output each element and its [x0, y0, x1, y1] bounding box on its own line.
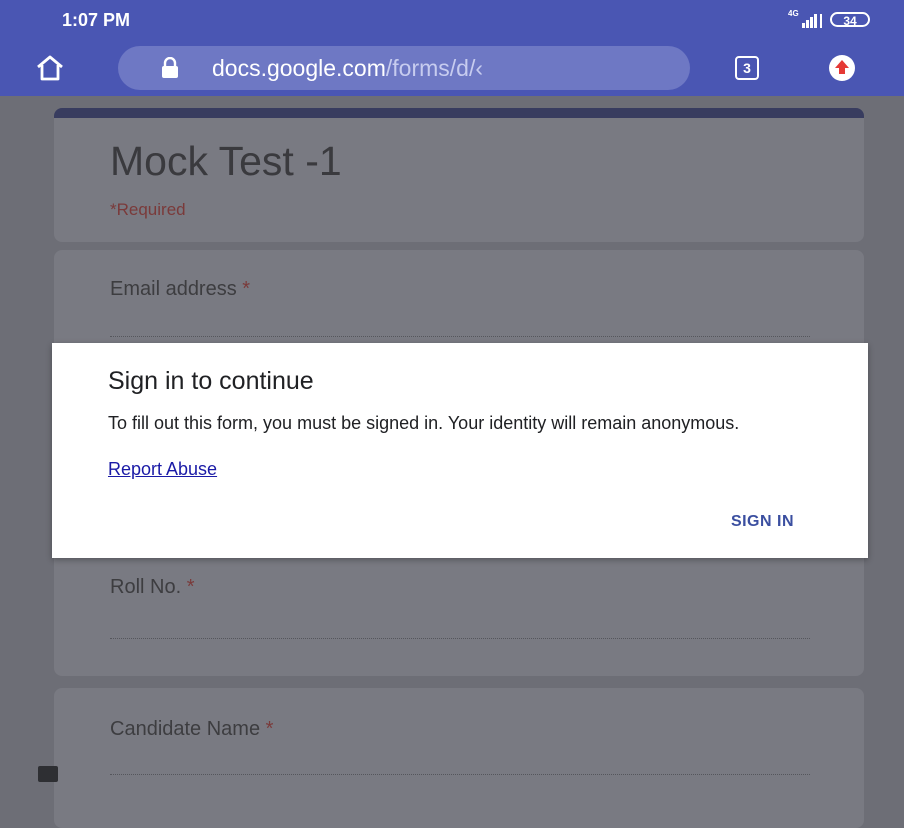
lock-icon [162, 57, 178, 78]
sign-in-button[interactable]: SIGN IN [731, 513, 794, 531]
name-input-line[interactable] [110, 774, 810, 775]
required-star: * [265, 718, 274, 740]
browser-toolbar: docs.google.com/forms/d/‹ 3 [0, 38, 904, 96]
question-label: Email address * [110, 278, 250, 301]
question-label-text: Email address [110, 278, 237, 300]
required-star: * [186, 576, 195, 598]
question-label: Candidate Name * [110, 718, 273, 741]
feedback-icon[interactable] [38, 766, 58, 782]
question-label-text: Candidate Name [110, 718, 261, 740]
update-icon[interactable] [828, 54, 856, 82]
address-bar[interactable]: docs.google.com/forms/d/‹ [118, 46, 690, 90]
question-label: Roll No. * [110, 576, 195, 599]
status-bar: 1:07 PM 4G 34 [0, 0, 904, 38]
url-text: docs.google.com/forms/d/‹ [212, 46, 483, 90]
dialog-title: Sign in to continue [108, 367, 314, 395]
rollno-input-line[interactable] [110, 638, 810, 639]
url-host: docs.google.com [212, 55, 386, 81]
clock: 1:07 PM [62, 10, 131, 30]
tab-switcher-button[interactable]: 3 [735, 56, 759, 80]
dialog-message: To fill out this form, you must be signe… [108, 413, 740, 433]
question-label-text: Roll No. [110, 576, 182, 598]
required-star: * [242, 278, 251, 300]
signal-icon [802, 14, 822, 28]
sign-in-dialog: Sign in to continue To fill out this for… [52, 343, 868, 558]
required-note: *Required [110, 200, 186, 219]
battery-icon: 34 [830, 12, 870, 28]
form-title: Mock Test -1 [110, 138, 342, 184]
question-card-name: Candidate Name * [54, 688, 864, 828]
form-header-card: Mock Test -1 *Required [54, 108, 864, 242]
report-abuse-link[interactable]: Report Abuse [108, 459, 217, 480]
home-icon[interactable] [34, 52, 66, 84]
url-path: /forms/d/‹ [385, 55, 484, 81]
email-input-line[interactable] [110, 336, 810, 337]
